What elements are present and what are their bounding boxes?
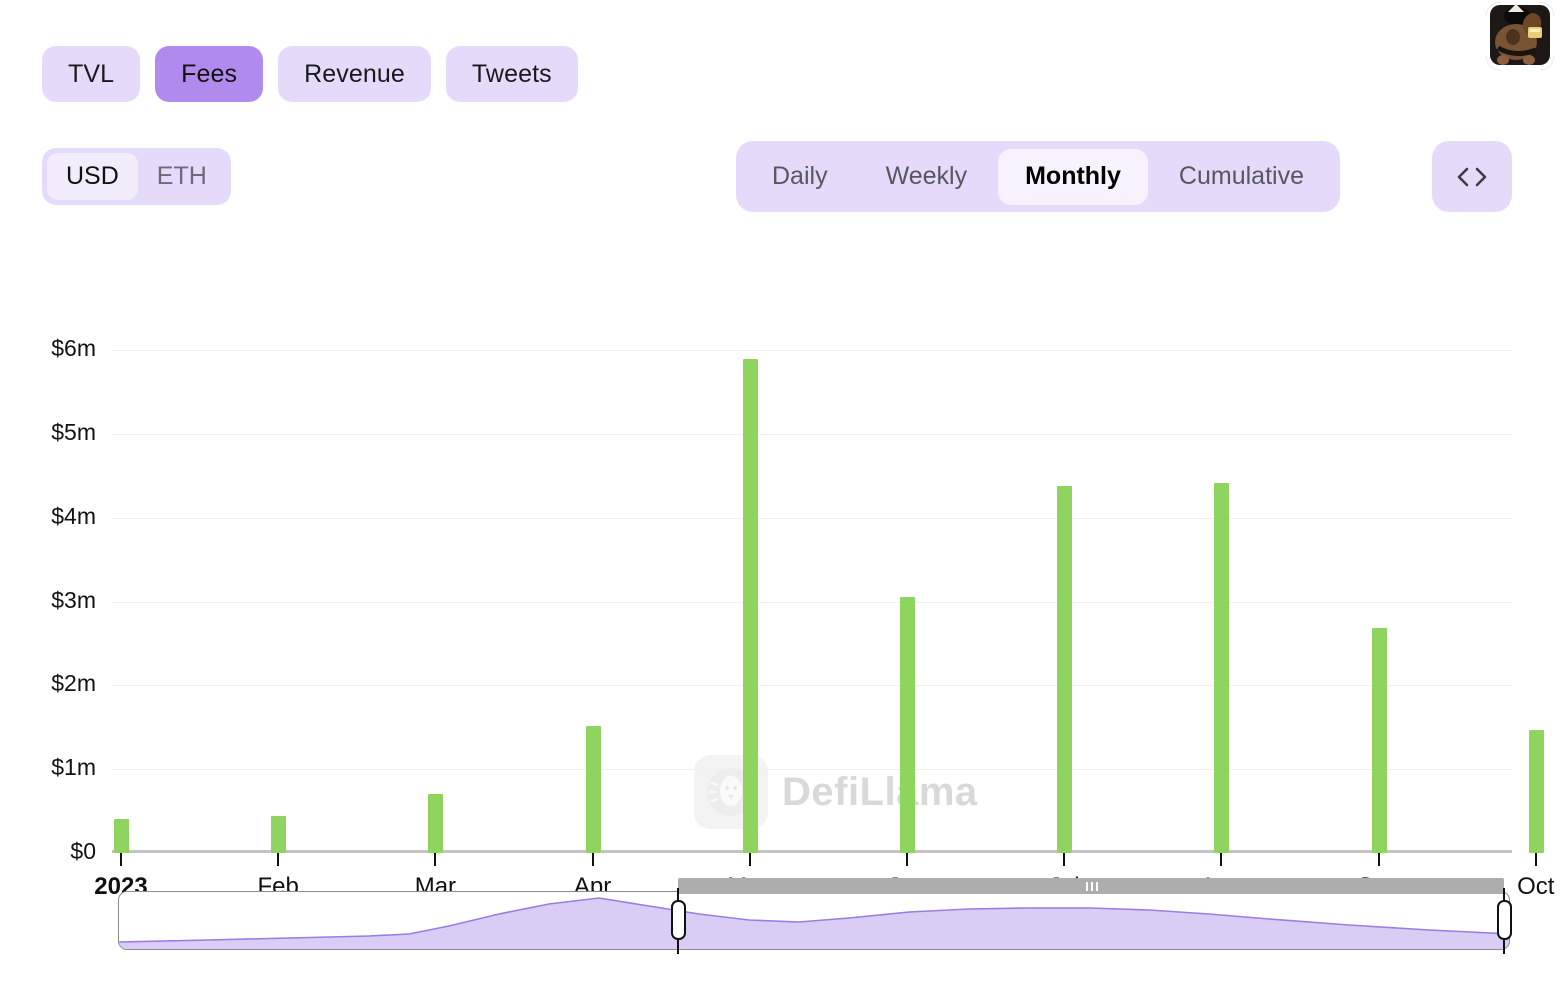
gridline (112, 350, 1512, 352)
denomination-option-eth[interactable]: ETH (138, 153, 226, 200)
y-axis-tick-label: $4m (51, 502, 96, 529)
x-axis-tick-mark (1377, 853, 1380, 866)
brush-mini-area-chart (119, 897, 1509, 949)
chart-bar[interactable] (1057, 485, 1073, 853)
gridline (112, 685, 1512, 687)
llama-avatar-icon[interactable] (1486, 2, 1554, 70)
denomination-toggle: USD ETH (42, 148, 231, 205)
x-axis-tick-mark (277, 853, 280, 866)
x-axis-tick-mark (591, 853, 594, 866)
metric-tab-group: TVL Fees Revenue Tweets (42, 46, 578, 102)
chart-bar[interactable] (271, 816, 287, 853)
y-axis-tick-label: $3m (51, 586, 96, 613)
gridline (112, 601, 1512, 603)
x-axis-tick-mark (1220, 853, 1223, 866)
x-axis-tick-mark (748, 853, 751, 866)
interval-option-weekly[interactable]: Weekly (859, 149, 995, 205)
fees-bar-chart[interactable]: DefiLlama $0 $1m $2m $3m $4m $5m $6m 2023 Feb Mar… (0, 250, 1562, 900)
y-axis-tick-label: $1m (51, 754, 96, 781)
range-brush[interactable] (118, 878, 1513, 954)
gridline (112, 433, 1512, 435)
chart-bar[interactable] (585, 726, 601, 853)
chart-bar[interactable] (1214, 482, 1230, 853)
metric-tab-revenue[interactable]: Revenue (278, 46, 431, 102)
y-axis-tick-label: $2m (51, 670, 96, 697)
y-axis-tick-label: $0 (70, 838, 96, 864)
chart-bar[interactable] (742, 358, 758, 853)
x-axis-tick-mark (1063, 853, 1066, 866)
brush-handle-left[interactable] (670, 900, 686, 940)
defillama-fees-chart-page: TVL Fees Revenue Tweets USD ETH Daily We… (0, 0, 1562, 984)
y-axis-tick-label: $6m (51, 335, 96, 362)
x-axis-tick-mark (1534, 853, 1537, 866)
x-axis-tick-mark (906, 853, 908, 866)
chart-bar[interactable] (428, 794, 444, 853)
interval-option-daily[interactable]: Daily (745, 149, 855, 205)
x-axis-tick-mark (120, 853, 122, 866)
gridline (112, 517, 1512, 519)
code-brackets-icon[interactable] (1432, 141, 1512, 212)
denomination-option-usd[interactable]: USD (47, 153, 138, 200)
x-axis-line (112, 850, 1512, 853)
metric-tab-tweets[interactable]: Tweets (445, 46, 578, 102)
metric-tab-tvl[interactable]: TVL (42, 46, 141, 102)
metric-tab-fees[interactable]: Fees (155, 46, 264, 102)
drag-grip-icon[interactable] (1086, 882, 1098, 891)
interval-toggle: Daily Weekly Monthly Cumulative (736, 141, 1340, 212)
y-axis-tick-label: $5m (51, 418, 96, 445)
chart-bar[interactable] (114, 819, 129, 853)
interval-option-monthly[interactable]: Monthly (998, 148, 1148, 205)
x-axis-tick-mark (434, 853, 437, 866)
chart-bar[interactable] (1371, 628, 1387, 853)
plot-area: $0$1m$2m$3m$4m$5m$6m2023FebMarAprMayJunJ… (51, 325, 1554, 900)
brush-handle-right[interactable] (1497, 900, 1513, 940)
interval-option-cumulative[interactable]: Cumulative (1152, 149, 1331, 205)
gridline (112, 769, 1512, 771)
chart-bar[interactable] (1528, 729, 1544, 853)
brush-frame (118, 891, 1510, 950)
chart-bar[interactable] (900, 596, 915, 853)
